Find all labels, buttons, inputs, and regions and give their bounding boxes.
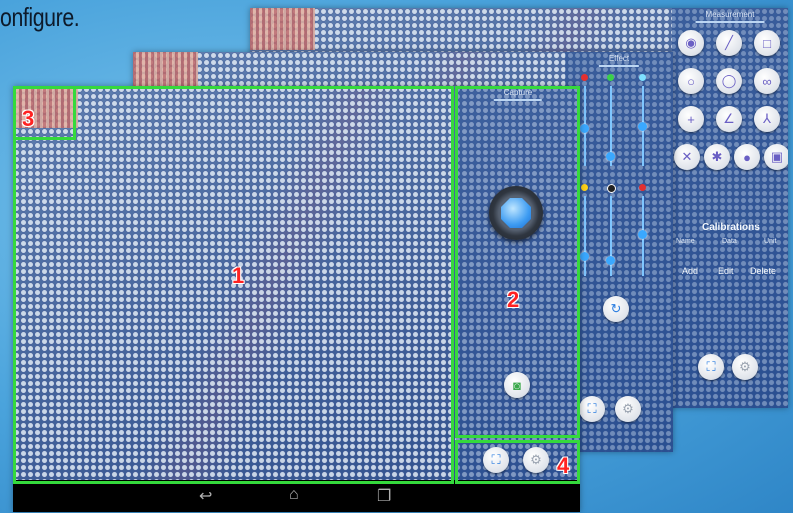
callout-3: 3 xyxy=(22,106,35,131)
crosshair-icon[interactable]: + xyxy=(678,106,704,132)
line-icon[interactable]: ╱ xyxy=(716,30,742,56)
home-icon[interactable]: ⌂ xyxy=(289,486,299,504)
fullscreen-icon[interactable]: ⛶ xyxy=(698,354,724,380)
palette-icon[interactable]: ● xyxy=(734,144,760,170)
back-icon[interactable]: ↩ xyxy=(199,486,212,506)
settings-gear-icon[interactable]: ⚙ xyxy=(732,354,758,380)
column-data: Data xyxy=(722,238,737,245)
column-name: Name xyxy=(676,238,695,245)
tab-effect[interactable]: Effect xyxy=(598,52,640,67)
link-icon[interactable]: ∞ xyxy=(754,68,780,94)
add-calibration-button[interactable]: Add xyxy=(682,266,698,276)
effect-panel: Effect ↻ ⛶ ⚙ xyxy=(565,52,673,452)
tab-measurement[interactable]: Measurement xyxy=(695,8,765,23)
fork-icon[interactable]: ⅄ xyxy=(754,106,780,132)
measurement-panel: Measurement ◉ ╱ □ ○ ◯ ∞ + ∠ ⅄ ✕ ✱ ● ▣ Ca… xyxy=(672,8,788,408)
highlight-control-panel xyxy=(455,86,580,438)
recents-icon[interactable]: ❐ xyxy=(377,486,391,506)
green-channel-dot xyxy=(607,74,614,81)
reset-refresh-icon[interactable]: ↻ xyxy=(603,296,629,322)
angle-icon[interactable]: ∠ xyxy=(716,106,742,132)
settings-gear-icon[interactable]: ⚙ xyxy=(615,396,641,422)
android-navigation-bar: ↩ ⌂ ❐ xyxy=(13,480,580,512)
callout-2: 2 xyxy=(507,287,520,312)
column-unit: Unit xyxy=(764,238,777,245)
brightness-dot xyxy=(581,184,588,191)
delete-calibration-button[interactable]: Delete xyxy=(750,266,776,276)
saturation-dot xyxy=(639,184,646,191)
calibrations-title: Calibrations xyxy=(702,222,760,233)
callout-1: 1 xyxy=(232,263,245,288)
contrast-dot xyxy=(607,184,616,193)
red-slider-handle[interactable] xyxy=(580,124,589,133)
save-icon[interactable]: ▣ xyxy=(764,144,788,170)
red-channel-dot xyxy=(581,74,588,81)
saturation-slider-handle[interactable] xyxy=(638,230,647,239)
callout-4: 4 xyxy=(557,453,570,478)
blue-slider-handle[interactable] xyxy=(638,122,647,131)
target-icon[interactable]: ◉ xyxy=(678,30,704,56)
brightness-slider-handle[interactable] xyxy=(580,252,589,261)
contrast-slider-handle[interactable] xyxy=(606,256,615,265)
ellipse-icon[interactable]: ◯ xyxy=(716,68,742,94)
square-icon[interactable]: □ xyxy=(754,30,780,56)
x-cross-alt-icon[interactable]: ✱ xyxy=(704,144,730,170)
green-slider-handle[interactable] xyxy=(606,152,615,161)
fullscreen-icon[interactable]: ⛶ xyxy=(579,396,605,422)
circle-icon[interactable]: ○ xyxy=(678,68,704,94)
edit-calibration-button[interactable]: Edit xyxy=(718,266,734,276)
page-heading: onfigure. xyxy=(0,2,80,32)
brightness-slider[interactable] xyxy=(584,196,586,276)
x-cross-icon[interactable]: ✕ xyxy=(674,144,700,170)
thumbnail-preview xyxy=(250,8,315,50)
blue-channel-dot xyxy=(639,74,646,81)
